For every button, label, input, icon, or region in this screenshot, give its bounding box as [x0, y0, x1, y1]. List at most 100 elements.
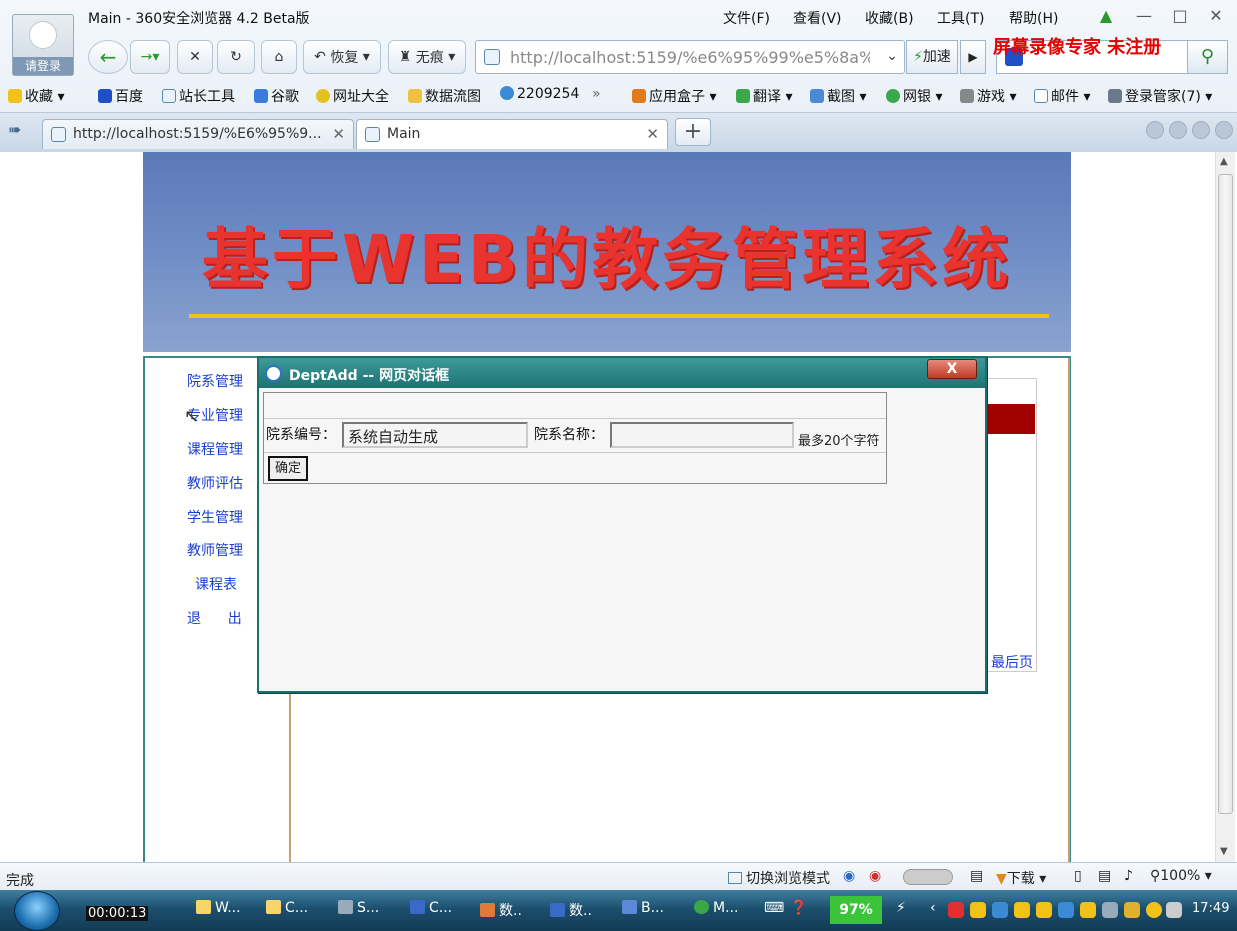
forward-icon[interactable]: →▾ [130, 40, 170, 74]
network-icon[interactable] [992, 902, 1008, 918]
bookmark-login-manager[interactable]: 登录管家(7) ▾ [1108, 86, 1212, 106]
back-icon[interactable]: ← [88, 40, 128, 74]
scroll-down-icon[interactable]: ▼ [1220, 846, 1228, 857]
bookmark-translate[interactable]: 翻译 ▾ [736, 86, 792, 106]
tab-localhost[interactable]: http://localhost:5159/%E6%95%9... ✕ [42, 119, 354, 149]
refresh-icon[interactable]: ↻ [217, 40, 255, 74]
qq-icon[interactable] [1036, 902, 1052, 918]
tab-list-icon[interactable] [1192, 121, 1210, 139]
bookmark-webmaster[interactable]: 站长工具 [162, 86, 235, 106]
close-window-icon[interactable]: ✕ [1204, 6, 1228, 25]
nav-teacher[interactable]: 教师管理 [187, 540, 243, 560]
nav-student[interactable]: 学生管理 [187, 507, 243, 527]
menu-tools[interactable]: 工具(T) [937, 8, 984, 28]
menu-favorites[interactable]: 收藏(B) [865, 8, 914, 28]
menu-file[interactable]: 文件(F) [723, 8, 770, 28]
task-item[interactable]: 数.. [480, 900, 522, 920]
keyboard-icon[interactable]: ⌨ [764, 900, 784, 916]
bookmark-baidu[interactable]: 百度 [98, 86, 143, 106]
tray-icon[interactable] [1146, 902, 1162, 918]
close-tab-icon[interactable]: ✕ [646, 120, 659, 148]
close-tab-icon[interactable]: ✕ [332, 120, 345, 148]
tray-icon[interactable] [948, 902, 964, 918]
download-button[interactable]: ▼下载 ▾ [996, 868, 1046, 888]
home-icon[interactable]: ⌂ [261, 40, 297, 74]
tray-icon[interactable] [1124, 902, 1140, 918]
ie-mode-icon[interactable]: ◉ [843, 868, 855, 884]
bookmark-games[interactable]: 游戏 ▾ [960, 86, 1016, 106]
tab-main[interactable]: Main ✕ [356, 119, 668, 149]
tab-next-icon[interactable] [1169, 121, 1187, 139]
stop-icon[interactable]: ✕ [177, 40, 213, 74]
tray-icon[interactable] [1166, 902, 1182, 918]
dept-id-input[interactable]: 系统自动生成 [342, 422, 528, 448]
bookmark-favorites[interactable]: 收藏 ▾ [8, 86, 64, 106]
print-icon[interactable]: ▤ [1098, 868, 1111, 884]
search-icon[interactable]: ⚲ [1187, 41, 1227, 73]
nav-course[interactable]: 课程管理 [187, 439, 243, 459]
task-item[interactable]: W... [196, 900, 241, 916]
address-dropdown-icon[interactable]: ⌄ [886, 48, 898, 64]
menu-help[interactable]: 帮助(H) [1009, 8, 1058, 28]
minimize-icon[interactable]: — [1132, 6, 1156, 25]
scroll-thumb[interactable] [1218, 174, 1233, 814]
page-scrollbar[interactable]: ▲ ▼ [1215, 152, 1235, 862]
bookmark-google[interactable]: 谷歌 [254, 86, 299, 106]
toggle-switch[interactable] [903, 869, 953, 885]
nav-teacher-eval[interactable]: 教师评估 [187, 473, 243, 493]
bookmark-mail[interactable]: 邮件 ▾ [1034, 86, 1090, 106]
bookmark-bank[interactable]: 网银 ▾ [886, 86, 942, 106]
address-input[interactable]: http://localhost:5159/%e6%95%99%e5%8a% [510, 48, 870, 67]
task-item[interactable]: C... [410, 900, 452, 916]
zoom-control[interactable]: ⚲100% ▾ [1150, 868, 1212, 884]
dept-name-input[interactable] [610, 422, 794, 448]
dialog-titlebar[interactable]: DeptAdd -- 网页对话框 X [259, 358, 985, 388]
tab-prev-icon[interactable] [1146, 121, 1164, 139]
tab-close-all-icon[interactable] [1215, 121, 1233, 139]
task-item[interactable]: S... [338, 900, 379, 916]
bookmark-sites[interactable]: 网址大全 [316, 86, 389, 106]
user-avatar[interactable]: 请登录 [12, 14, 74, 76]
bookmark-screenshot[interactable]: 截图 ▾ [810, 86, 866, 106]
bookmark-dfd[interactable]: 数据流图 [408, 86, 481, 106]
qq-icon[interactable] [970, 902, 986, 918]
dialog-close-button[interactable]: X [927, 359, 977, 379]
manage-icon[interactable]: ▤ [970, 868, 983, 884]
nav-schedule[interactable]: 课程表 [195, 574, 237, 594]
mode-switch-button[interactable]: 切换浏览模式 [728, 868, 830, 888]
nav-dept[interactable]: 院系管理 [187, 371, 243, 391]
bookmark-appbox[interactable]: 应用盒子 ▾ [632, 86, 716, 106]
task-item[interactable]: 数.. [550, 900, 592, 920]
sidebar-toggle-icon[interactable]: ➠ [8, 120, 21, 139]
help-icon[interactable]: ❓ [790, 900, 807, 916]
task-item[interactable]: B... [622, 900, 664, 916]
tray-icon[interactable] [1058, 902, 1074, 918]
ok-button[interactable]: 确定 [268, 456, 308, 481]
incognito-button[interactable]: ♜ 无痕 ▾ [388, 40, 466, 74]
tray-expand-icon[interactable]: ‹ [930, 900, 936, 916]
security-icon[interactable]: ◉ [869, 868, 881, 884]
qq-icon[interactable] [1014, 902, 1030, 918]
scroll-up-icon[interactable]: ▲ [1220, 156, 1228, 167]
bookmark-more[interactable]: » [592, 86, 601, 102]
skin-icon[interactable]: ▲ [1094, 6, 1118, 25]
task-item[interactable]: C... [266, 900, 308, 916]
accelerate-button[interactable]: ⚡加速 [906, 40, 958, 74]
restore-button[interactable]: ↶ 恢复 ▾ [303, 40, 381, 74]
menu-view[interactable]: 查看(V) [793, 8, 842, 28]
volume-icon[interactable] [1102, 902, 1118, 918]
nav-logout[interactable]: 退 出 [187, 608, 242, 628]
qq-icon[interactable] [1080, 902, 1096, 918]
last-page-link[interactable]: 最后页 [991, 652, 1033, 672]
start-button[interactable] [14, 891, 60, 931]
sound-icon[interactable]: ♪ [1124, 868, 1133, 884]
clean-icon[interactable]: ▯ [1074, 868, 1082, 884]
play-icon[interactable]: ▶ [960, 40, 986, 74]
bookmark-qq[interactable]: 2209254 [500, 86, 579, 102]
maximize-icon[interactable]: □ [1168, 6, 1192, 25]
new-tab-icon[interactable]: + [675, 118, 711, 146]
plus-icon [316, 89, 330, 103]
address-bar[interactable]: http://localhost:5159/%e6%95%99%e5%8a% ⌄ [475, 40, 905, 74]
task-item[interactable]: M... [694, 900, 738, 916]
power-icon[interactable]: ⚡ [896, 900, 906, 916]
